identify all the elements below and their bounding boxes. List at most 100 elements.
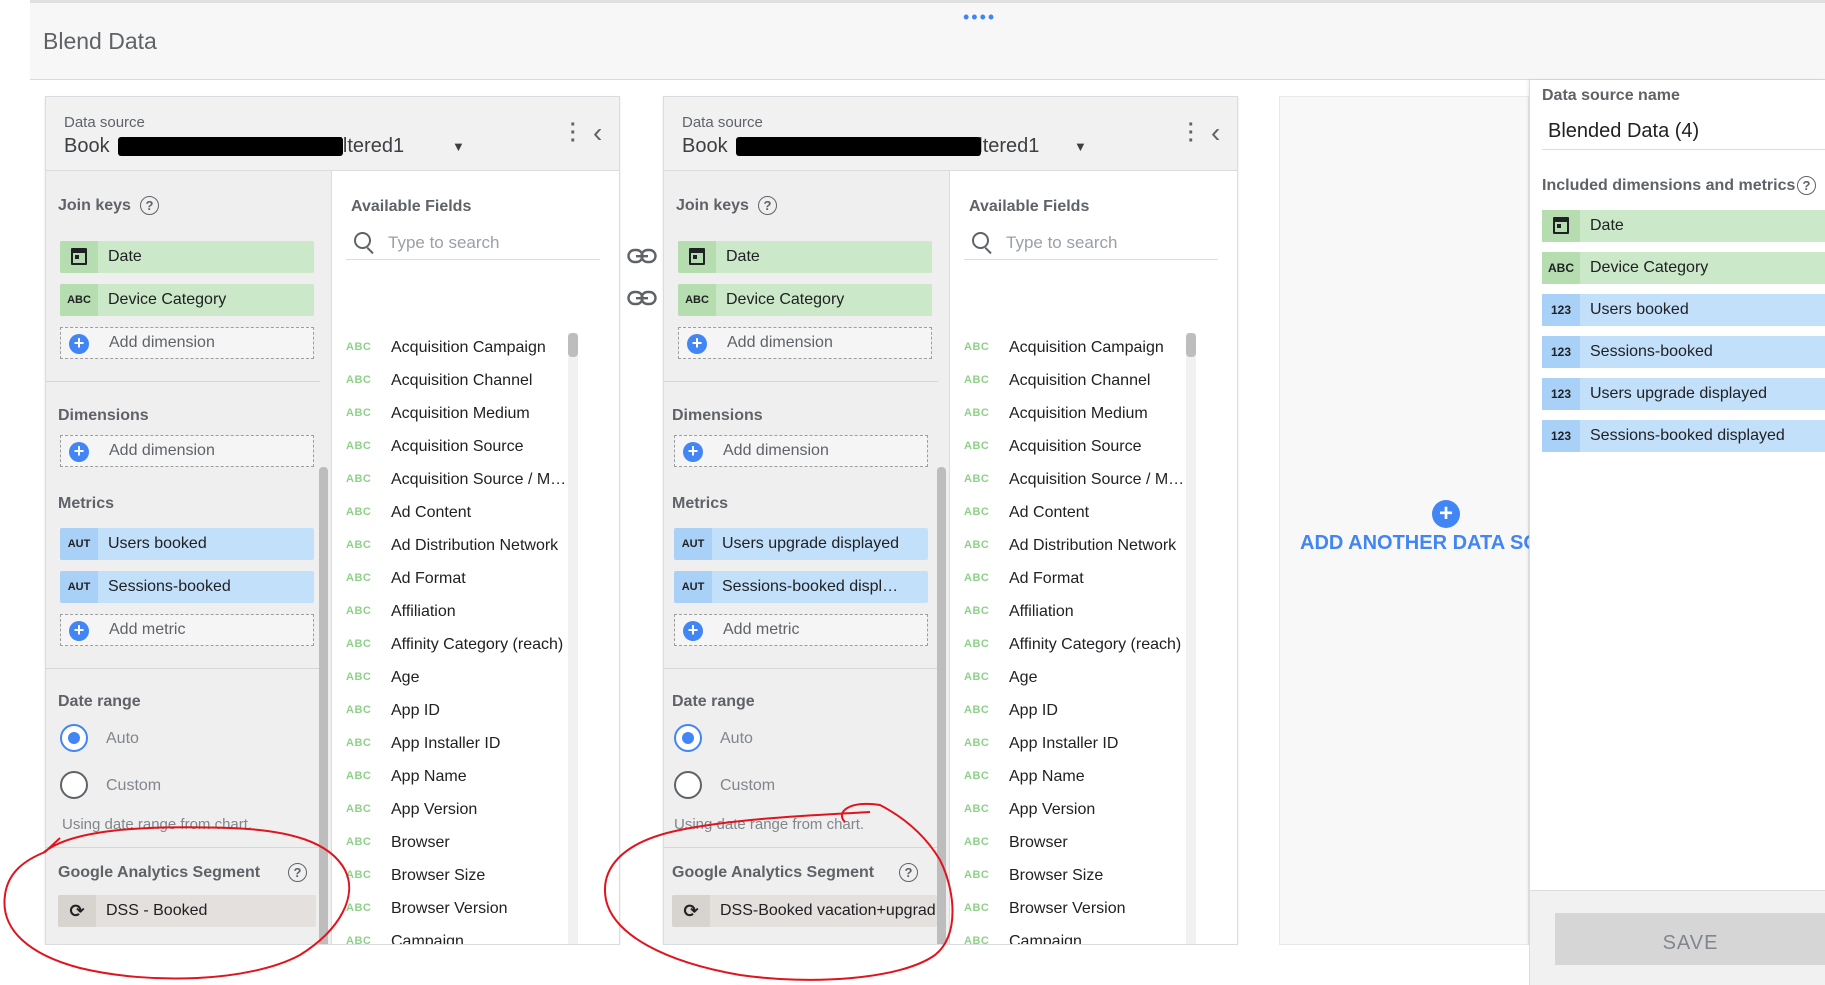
available-field-item[interactable]: ABC Acquisition Channel (964, 366, 1219, 399)
add-metric-button[interactable]: + Add metric (674, 614, 928, 646)
available-field-item[interactable]: ABC Browser (346, 828, 601, 861)
included-chip-sessions-booked[interactable]: 123 Sessions-booked (1542, 336, 1825, 368)
available-field-item[interactable]: ABC Acquisition Channel (346, 366, 601, 399)
available-field-item[interactable]: ABC Affinity Category (reach) (346, 630, 601, 663)
available-field-item[interactable]: ABC Acquisition Campaign (346, 333, 601, 366)
available-field-item[interactable]: ABC Acquisition Campaign (964, 333, 1219, 366)
available-field-item[interactable]: ABC Acquisition Medium (346, 399, 601, 432)
text-type-icon: ABC (346, 935, 372, 945)
included-chip-users-upgrade-displayed[interactable]: 123 Users upgrade displayed (1542, 378, 1825, 410)
scrollbar[interactable] (937, 467, 946, 944)
text-type-icon: ABC (964, 506, 990, 518)
add-circle-icon: + (687, 334, 707, 354)
available-field-item[interactable]: ABC Ad Content (964, 498, 1219, 531)
save-button[interactable]: SAVE (1555, 913, 1825, 965)
available-field-item[interactable]: ABC Acquisition Source / M… (346, 465, 601, 498)
text-type-icon: ABC (346, 803, 372, 815)
chevron-down-icon[interactable]: ▼ (1074, 139, 1087, 154)
add-join-dimension-button[interactable]: + Add dimension (60, 327, 314, 359)
help-icon[interactable]: ? (899, 863, 918, 882)
included-chip-users-booked[interactable]: 123 Users booked (1542, 294, 1825, 326)
available-field-item[interactable]: ABC Browser Version (964, 894, 1219, 927)
metric-chip-users-booked[interactable]: AUT Users booked (60, 528, 314, 560)
available-field-item[interactable]: ABC Ad Format (964, 564, 1219, 597)
available-field-item[interactable]: ABC Campaign (346, 927, 601, 945)
available-field-item[interactable]: ABC App Name (346, 762, 601, 795)
help-icon[interactable]: ? (140, 196, 159, 215)
calendar-icon (60, 241, 98, 273)
metric-chip-users-upgrade-displayed[interactable]: AUT Users upgrade displayed (674, 528, 928, 560)
scrollbar[interactable] (319, 467, 328, 944)
available-field-item[interactable]: ABC Age (964, 663, 1219, 696)
available-field-item[interactable]: ABC App Installer ID (964, 729, 1219, 762)
join-key-chip-device-category[interactable]: ABC Device Category (678, 284, 932, 316)
add-metric-button[interactable]: + Add metric (60, 614, 314, 646)
text-type-icon: ABC (964, 407, 990, 419)
available-field-item[interactable]: ABC Ad Format (346, 564, 601, 597)
available-field-item[interactable]: ABC Acquisition Source (346, 432, 601, 465)
available-field-item[interactable]: ABC Affiliation (346, 597, 601, 630)
available-field-item[interactable]: ABC Browser Size (964, 861, 1219, 894)
radio-auto[interactable] (674, 724, 702, 752)
available-field-item[interactable]: ABC App Version (964, 795, 1219, 828)
join-key-chip-device-category[interactable]: ABC Device Category (60, 284, 314, 316)
included-chip-sessions-booked-displayed[interactable]: 123 Sessions-booked displayed (1542, 420, 1825, 452)
help-icon[interactable]: ? (1797, 176, 1816, 195)
available-field-item[interactable]: ABC Affiliation (964, 597, 1219, 630)
search-input[interactable] (1004, 228, 1218, 258)
more-vert-icon[interactable]: · · · (570, 115, 577, 151)
available-field-item[interactable]: ABC Campaign (964, 927, 1219, 944)
available-field-item[interactable]: ABC Age (346, 663, 601, 696)
dimensions-label: Dimensions (672, 407, 763, 424)
text-type-icon: ABC (964, 605, 990, 617)
metric-chip-sessions-booked-displayed[interactable]: AUT Sessions-booked displ… (674, 571, 928, 603)
add-join-dimension-button[interactable]: + Add dimension (678, 327, 932, 359)
add-dimension-button[interactable]: + Add dimension (60, 435, 314, 467)
add-another-data-source-panel[interactable] (1279, 96, 1529, 945)
field-name: Ad Format (391, 570, 466, 587)
field-name: Browser Version (1009, 900, 1126, 917)
field-name: Ad Format (1009, 570, 1084, 587)
chip-label: Users booked (1590, 301, 1689, 318)
available-field-item[interactable]: ABC Ad Distribution Network (346, 531, 601, 564)
available-field-item[interactable]: ABC Acquisition Medium (964, 399, 1219, 432)
search-input[interactable] (386, 228, 600, 258)
available-field-item[interactable]: ABC Browser (964, 828, 1219, 861)
join-key-chip-date[interactable]: Date (60, 241, 314, 273)
segment-chip[interactable]: ⟳ DSS-Booked vacation+upgrad (672, 895, 937, 927)
available-field-item[interactable]: ABC Browser Version (346, 894, 601, 927)
metric-chip-sessions-booked[interactable]: AUT Sessions-booked (60, 571, 314, 603)
chevron-down-icon[interactable]: ▼ (452, 139, 465, 154)
add-dimension-button[interactable]: + Add dimension (674, 435, 928, 467)
drag-handle-icon[interactable]: •••• (963, 8, 996, 26)
data-source-name-input[interactable] (1542, 114, 1825, 150)
add-another-data-source-button[interactable]: ADD ANOTHER DATA SO (1300, 532, 1539, 555)
included-chip-date[interactable]: Date (1542, 210, 1825, 242)
available-field-item[interactable]: ABC Ad Distribution Network (964, 531, 1219, 564)
available-field-item[interactable]: ABC Acquisition Source / M… (964, 465, 1219, 498)
help-icon[interactable]: ? (288, 863, 307, 882)
available-field-item[interactable]: ABC Acquisition Source (964, 432, 1219, 465)
available-field-item[interactable]: ABC Affinity Category (reach) (964, 630, 1219, 663)
radio-custom[interactable] (60, 771, 88, 799)
add-circle-icon[interactable]: + (1432, 500, 1460, 528)
field-name: Browser Size (1009, 867, 1104, 884)
join-key-chip-date[interactable]: Date (678, 241, 932, 273)
text-type-icon: ABC (346, 506, 372, 518)
available-field-item[interactable]: ABC Ad Content (346, 498, 601, 531)
radio-custom[interactable] (674, 771, 702, 799)
included-fields-label: Included dimensions and metrics (1542, 177, 1796, 194)
available-field-item[interactable]: ABC App Installer ID (346, 729, 601, 762)
available-field-item[interactable]: ABC App Name (964, 762, 1219, 795)
available-field-item[interactable]: ABC App Version (346, 795, 601, 828)
included-chip-device-category[interactable]: ABC Device Category (1542, 252, 1825, 284)
segment-chip[interactable]: ⟳ DSS - Booked (58, 895, 316, 927)
available-field-item[interactable]: ABC App ID (346, 696, 601, 729)
available-field-item[interactable]: ABC App ID (964, 696, 1219, 729)
chevron-left-icon[interactable]: ‹ (593, 119, 602, 147)
help-icon[interactable]: ? (758, 196, 777, 215)
more-vert-icon[interactable]: · · · (1188, 115, 1195, 151)
chevron-left-icon[interactable]: ‹ (1211, 119, 1220, 147)
radio-auto[interactable] (60, 724, 88, 752)
available-field-item[interactable]: ABC Browser Size (346, 861, 601, 894)
